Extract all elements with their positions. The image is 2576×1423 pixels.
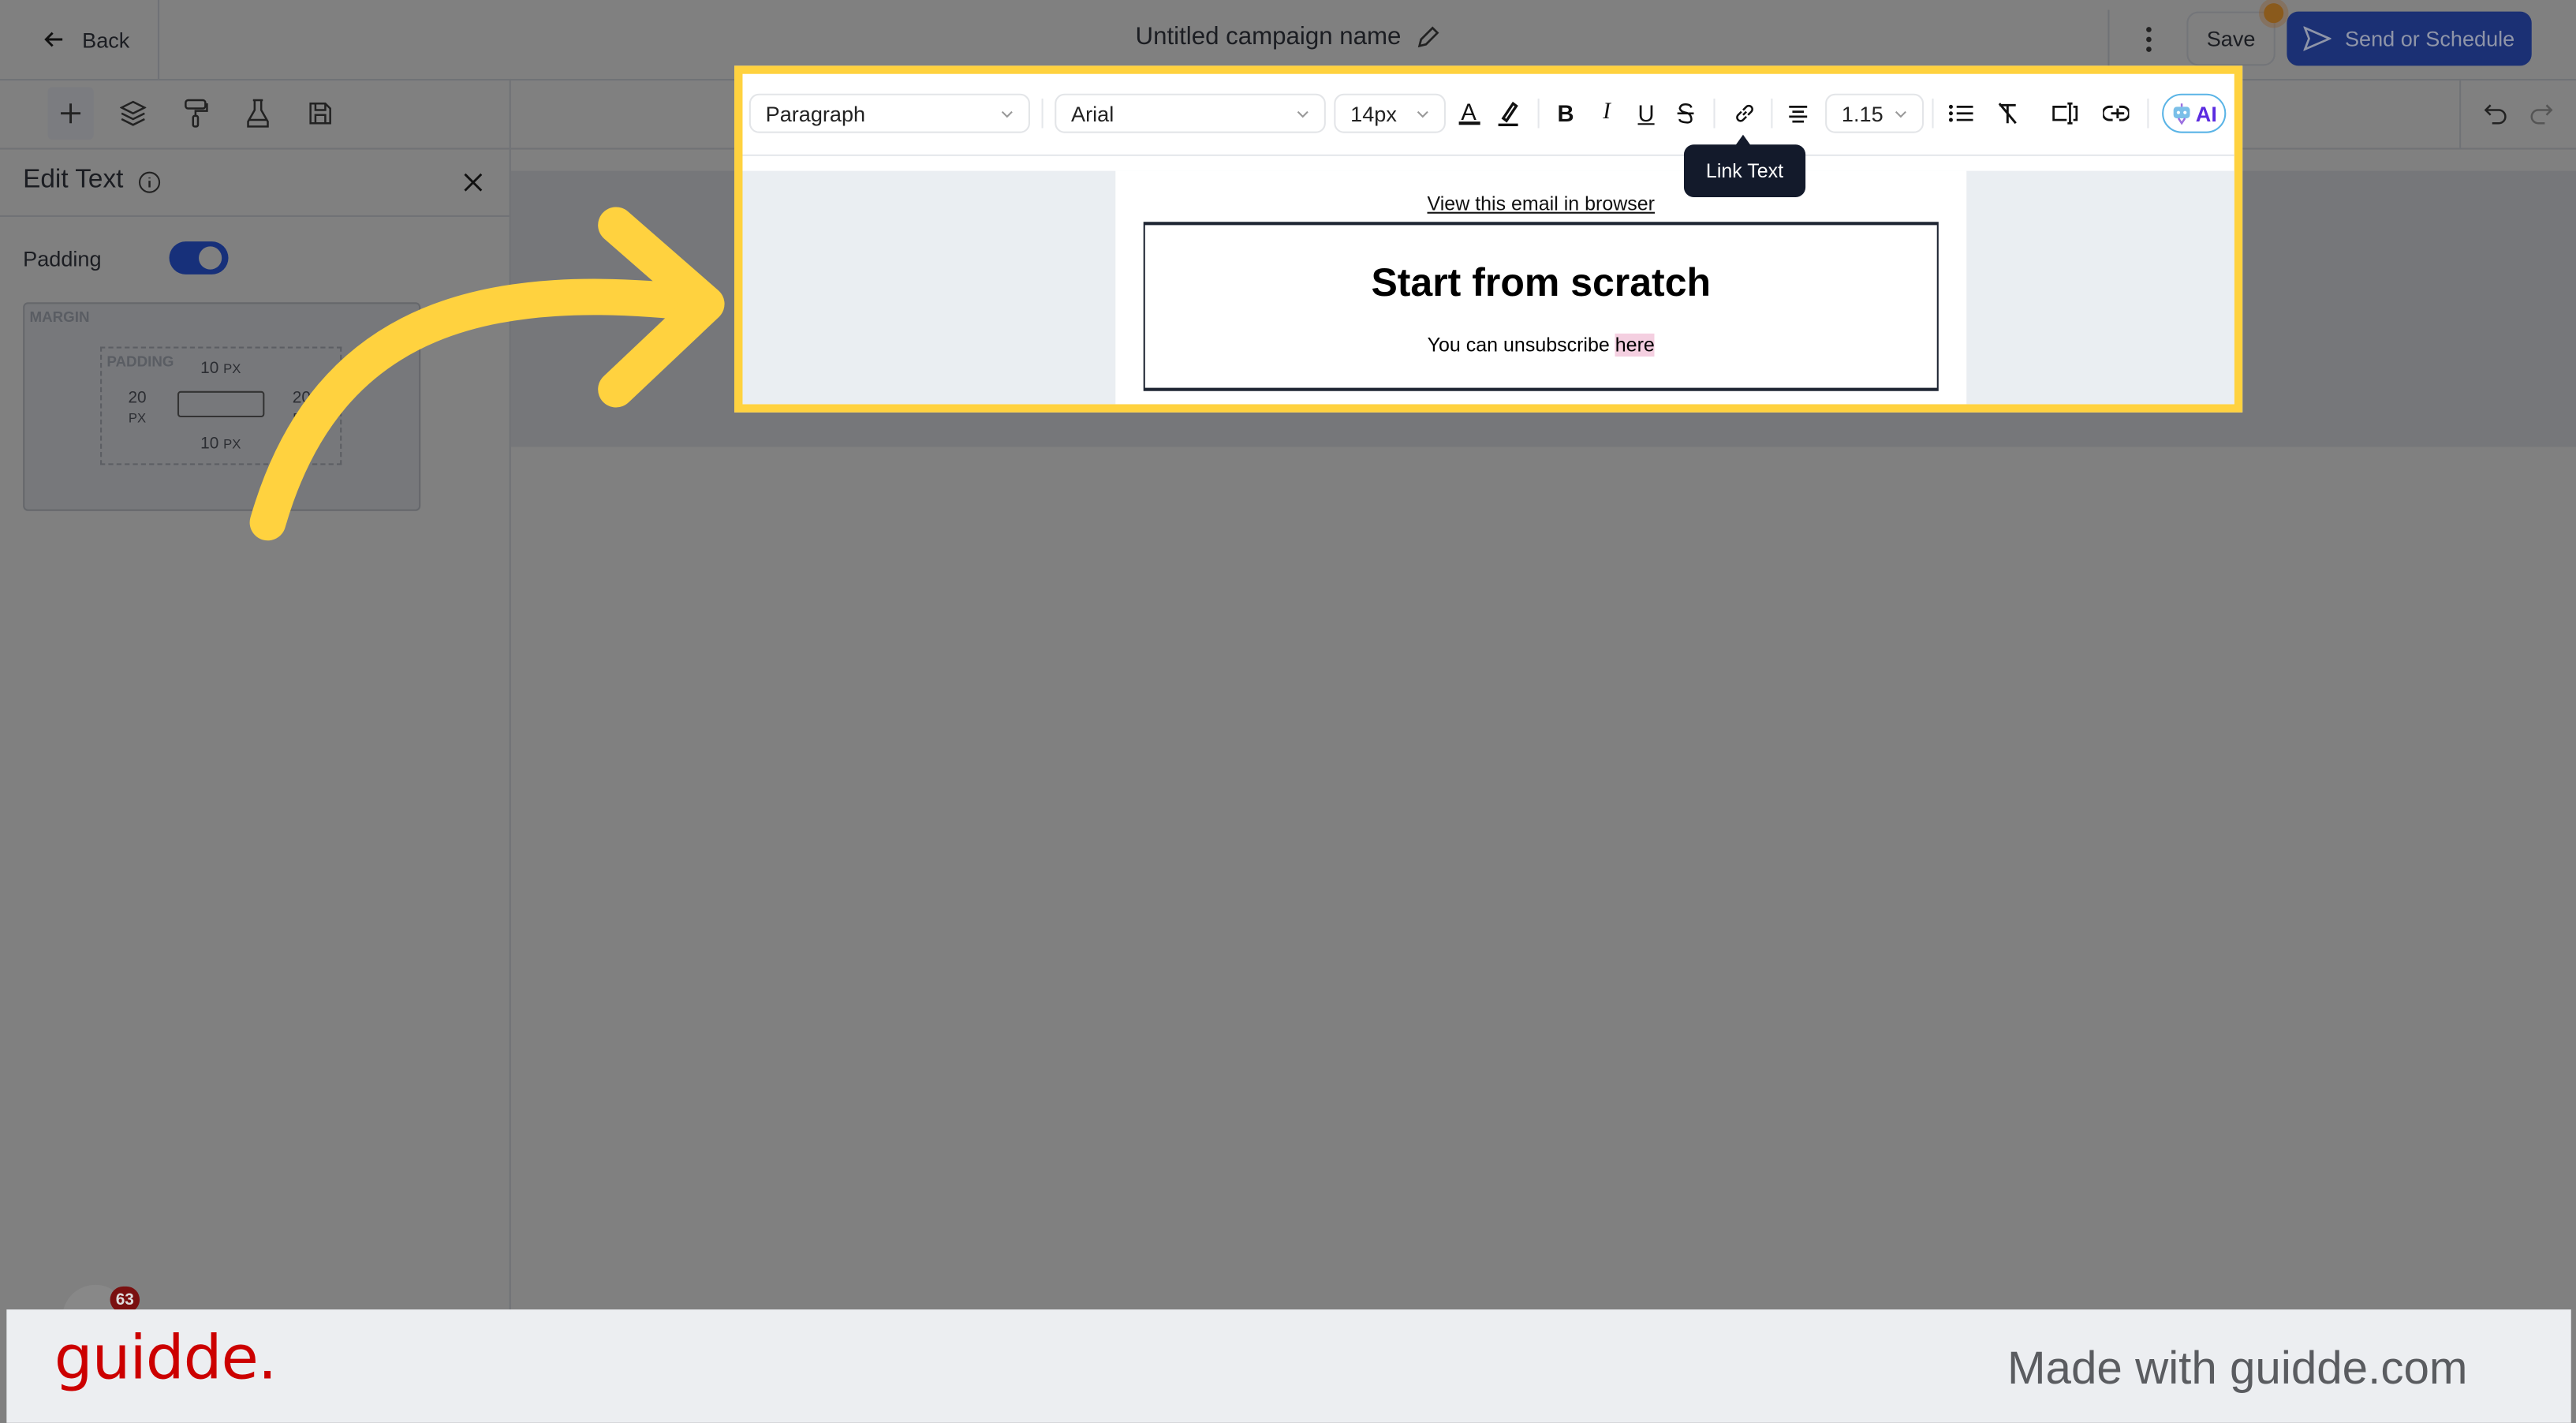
footer-tagline: Made with guidde.com [2007,1342,2468,1394]
footer-bar: guidde. Made with guidde.com [6,1309,2571,1423]
guidde-logo: guidde. [54,1322,278,1394]
guide-arrow-icon [249,207,725,541]
app-window: Back Untitled campaign name Save Send or… [0,0,2576,1423]
